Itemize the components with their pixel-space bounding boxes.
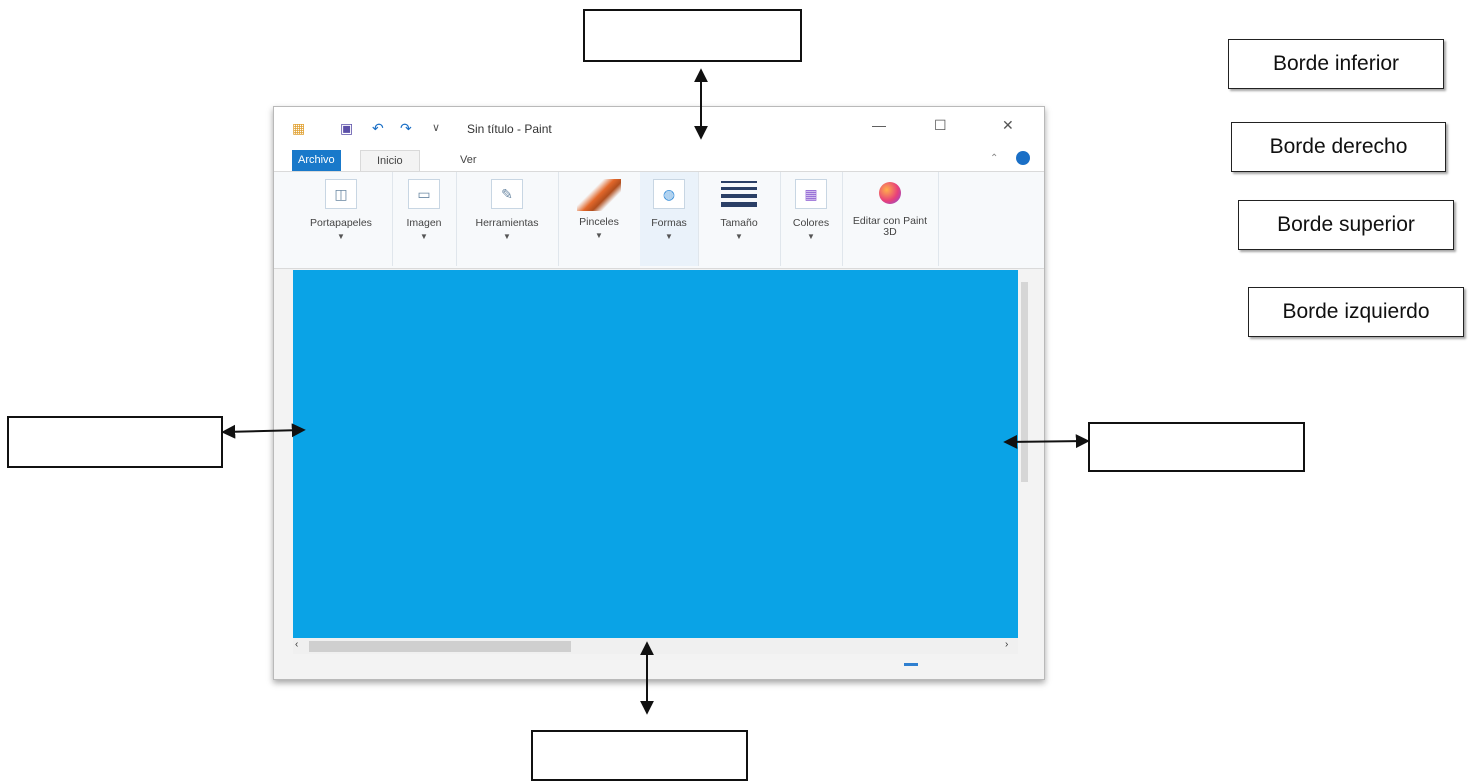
chevron-down-icon: ▼ <box>735 232 743 241</box>
chevron-down-icon: ▼ <box>807 232 815 241</box>
colors-icon: ▦ <box>795 179 827 209</box>
help-icon[interactable] <box>1016 151 1030 165</box>
tab-archivo[interactable]: Archivo <box>292 150 341 171</box>
tab-ver[interactable]: Ver <box>454 150 483 171</box>
ribbon: ◫ Portapapeles ▼ ▭ Imagen ▼ ✎ Herramient… <box>274 171 1044 269</box>
group-pinceles[interactable]: Pinceles ▼ <box>558 172 641 266</box>
horizontal-scrollbar[interactable]: ‹ › <box>293 638 1018 654</box>
ribbon-tabs: Archivo Inicio Ver ⌃ <box>274 147 1044 172</box>
paint-window: ▦ ▣ ↶ ↷ ∨ Sin título - Paint — ☐ ✕ Archi… <box>273 106 1045 680</box>
answer-box-right[interactable] <box>1088 422 1305 472</box>
redo-icon[interactable]: ↷ <box>400 121 412 135</box>
close-icon[interactable]: ✕ <box>1002 117 1014 134</box>
group-tamano[interactable]: Tamaño ▼ <box>698 172 781 266</box>
tab-inicio[interactable]: Inicio <box>360 150 420 172</box>
chevron-down-icon: ▼ <box>420 232 428 241</box>
title-bar: ▦ ▣ ↶ ↷ ∨ Sin título - Paint — ☐ ✕ <box>274 107 1044 147</box>
horizontal-scroll-thumb[interactable] <box>309 641 571 652</box>
group-label: Editar con Paint 3D <box>852 215 928 238</box>
group-formas[interactable]: ◍ Formas ▼ <box>640 172 699 266</box>
size-icon <box>720 179 758 209</box>
group-label: Herramientas <box>475 217 539 229</box>
paint3d-icon <box>875 179 905 207</box>
save-icon[interactable]: ▣ <box>340 121 353 135</box>
shapes-icon: ◍ <box>653 179 685 209</box>
group-label: Portapapeles <box>310 217 372 229</box>
group-portapapeles[interactable]: ◫ Portapapeles ▼ <box>290 172 393 266</box>
paint-app-icon: ▦ <box>292 120 306 136</box>
word-top-edge: Borde superior <box>1238 200 1454 250</box>
zoom-slider-icon[interactable] <box>904 663 918 666</box>
chevron-down-icon: ▼ <box>595 231 603 240</box>
group-label: Imagen <box>406 217 442 229</box>
group-label: Colores <box>792 217 830 229</box>
answer-box-left[interactable] <box>7 416 223 468</box>
maximize-icon[interactable]: ☐ <box>934 117 947 134</box>
group-label: Formas <box>651 217 687 229</box>
chevron-down-icon: ▼ <box>337 232 345 241</box>
drawing-canvas[interactable] <box>293 270 1018 638</box>
word-right-edge: Borde derecho <box>1231 122 1446 172</box>
group-colores[interactable]: ▦ Colores ▼ <box>780 172 843 266</box>
vertical-scrollbar[interactable] <box>1018 270 1032 638</box>
image-icon: ▭ <box>408 179 440 209</box>
group-label: Pinceles <box>579 216 619 228</box>
customize-toolbar-icon[interactable]: ∨ <box>432 121 440 135</box>
collapse-ribbon-icon[interactable]: ⌃ <box>990 153 998 164</box>
group-imagen[interactable]: ▭ Imagen ▼ <box>392 172 457 266</box>
word-bottom-edge: Borde inferior <box>1228 39 1444 89</box>
window-title: Sin título - Paint <box>467 122 552 136</box>
group-herramientas[interactable]: ✎ Herramientas ▼ <box>456 172 559 266</box>
minimize-icon[interactable]: — <box>872 117 886 133</box>
undo-icon[interactable]: ↶ <box>372 121 384 135</box>
chevron-down-icon: ▼ <box>503 232 511 241</box>
chevron-down-icon: ▼ <box>665 232 673 241</box>
scroll-right-icon[interactable]: › <box>1005 639 1008 650</box>
word-left-edge: Borde izquierdo <box>1248 287 1464 337</box>
group-paint3d[interactable]: Editar con Paint 3D <box>842 172 939 266</box>
tools-icon: ✎ <box>491 179 523 209</box>
clipboard-icon: ◫ <box>325 179 357 209</box>
vertical-scroll-thumb[interactable] <box>1021 282 1028 482</box>
brushes-icon <box>577 179 621 211</box>
answer-box-bottom[interactable] <box>531 730 748 781</box>
answer-box-top[interactable] <box>583 9 802 62</box>
status-bar <box>274 655 1044 679</box>
scroll-left-icon[interactable]: ‹ <box>295 639 298 650</box>
group-label: Tamaño <box>720 217 758 229</box>
